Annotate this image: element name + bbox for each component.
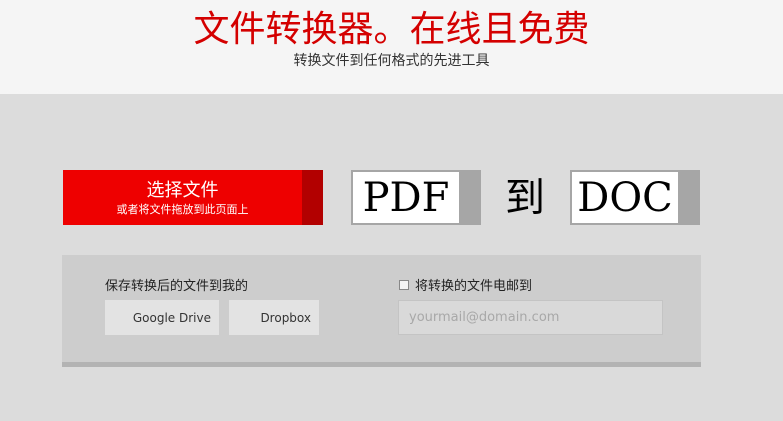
header-scallop-edge <box>0 88 783 100</box>
options-panel-border <box>62 362 701 367</box>
dropbox-button[interactable]: Dropbox <box>229 300 319 335</box>
google-drive-button[interactable]: Google Drive <box>105 300 219 335</box>
email-checkbox-label: 将转换的文件电邮到 <box>415 279 533 294</box>
source-format-select[interactable]: PDF <box>351 170 481 225</box>
choose-file-dropdown[interactable] <box>302 170 323 225</box>
page-subtitle: 转换文件到任何格式的先进工具 <box>293 53 490 69</box>
source-format-value: PDF <box>353 172 459 223</box>
choose-file-label: 选择文件 <box>146 180 219 201</box>
target-format-value: DOC <box>572 172 678 223</box>
save-to-label: 保存转换后的文件到我的 <box>105 279 249 294</box>
choose-file-button[interactable]: 选择文件 或者将文件拖放到此页面上 <box>63 170 323 225</box>
target-format-select[interactable]: DOC <box>570 170 700 225</box>
header: 文件转换器。在线且免费 转换文件到任何格式的先进工具 <box>0 0 783 94</box>
page-title: 文件转换器。在线且免费 <box>193 9 590 50</box>
email-input[interactable] <box>398 300 663 335</box>
email-checkbox[interactable] <box>399 280 409 290</box>
choose-file-hint: 或者将文件拖放到此页面上 <box>116 203 249 216</box>
to-label: 到 <box>505 175 545 221</box>
